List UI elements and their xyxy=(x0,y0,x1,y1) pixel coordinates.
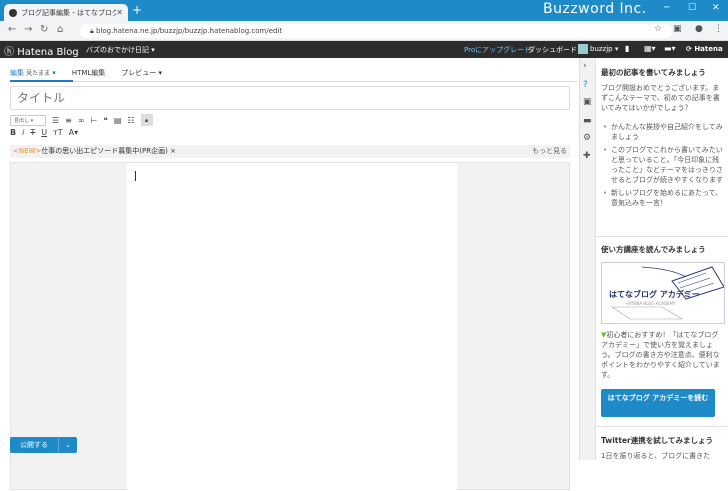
new-tag: <NEW> xyxy=(13,147,42,155)
publish-label[interactable]: 公開する xyxy=(10,437,59,453)
list-item: かんたんな挨拶や自己紹介をしてみましょう xyxy=(601,122,725,142)
tab-preview[interactable]: プレビュー ▾ xyxy=(121,68,162,82)
text-caret xyxy=(135,171,136,181)
academy-banner-title: はてなブログ アカデミー xyxy=(609,290,700,299)
editor-canvas-wrapper xyxy=(10,162,570,491)
url-field[interactable]: 🔒︎ blog.hatena.ne.jp/buzzjp/buzzjp.haten… xyxy=(80,24,672,38)
menu-icon[interactable]: ⋮ xyxy=(714,24,723,34)
help-sidebar: 最初の記事を書いてみましょう ブログ開設おめでとうございます。まずこんなテーマで… xyxy=(595,58,728,460)
hatena-blog-logo[interactable]: ⓗ Hatena Blog xyxy=(4,43,79,58)
academy-banner-subtitle: HATENA BLOG ACADEMY xyxy=(626,301,676,306)
section-intro: ブログ開設おめでとうございます。まずこんなテーマで、初めての記事を書いてみてはい… xyxy=(601,84,720,112)
hatena-header: ⓗ Hatena Blog バズのおでかけ日記 ▾ Proにアップグレード ダッ… xyxy=(0,41,728,58)
footnote-icon[interactable]: ☷ xyxy=(127,116,134,125)
collapse-toolbar-icon[interactable]: ▴ xyxy=(140,114,153,126)
extension-icon[interactable]: ▣ xyxy=(673,24,682,34)
quote-icon[interactable]: ❝ xyxy=(104,116,108,125)
reload-icon[interactable]: ↻ xyxy=(40,24,48,35)
help-icon[interactable]: ? xyxy=(583,80,588,90)
tab-html[interactable]: HTML編集 xyxy=(72,68,105,82)
numbered-list-icon[interactable]: ≡ xyxy=(65,116,72,125)
notification-icon[interactable]: ▬▾ xyxy=(664,44,676,53)
horizontal-rule-icon[interactable]: ⊢ xyxy=(91,116,98,125)
gear-icon[interactable]: ⚙ xyxy=(583,133,591,143)
new-tab-button[interactable]: + xyxy=(132,4,142,16)
blog-name-menu[interactable]: バズのおでかけ日記 ▾ xyxy=(86,45,155,55)
bookmark-star-icon[interactable]: ☆ xyxy=(654,24,662,34)
academy-button[interactable]: はてなブログ アカデミーを読む xyxy=(601,389,715,417)
font-size-icon[interactable]: тT xyxy=(53,128,63,137)
hatena-favicon-icon xyxy=(9,8,17,17)
heading-select[interactable]: 見出し ▾ xyxy=(10,114,46,126)
editor-area: 編集 見たまま ▾ HTML編集 プレビュー ▾ 見出し ▾ ☰ ≡ ∞ ⊢ ❝… xyxy=(0,58,579,491)
close-tab-icon[interactable]: ✕ xyxy=(116,8,123,17)
chevron-down-icon[interactable]: ⌄ xyxy=(59,441,77,449)
divider xyxy=(596,236,728,237)
list-item: 新しいブログを始めるにあたって、意気込みを一言！ xyxy=(601,188,725,208)
publish-button[interactable]: 公開する ⌄ xyxy=(10,437,77,453)
brand-watermark: Buzzword Inc. xyxy=(543,1,647,17)
strikethrough-icon[interactable]: T xyxy=(30,128,35,137)
forward-icon[interactable]: → xyxy=(24,24,32,35)
link-icon[interactable]: ∞ xyxy=(78,116,85,125)
browser-tab-strip: ブログ記事編集 - はてなブログ ✕ + Buzzword Inc. ─ ☐ ✕ xyxy=(0,0,728,21)
browser-tab[interactable]: ブログ記事編集 - はてなブログ ✕ xyxy=(4,4,128,21)
campaign-text[interactable]: 仕事の思い出エピソード募集中(PR企画) xyxy=(41,147,168,155)
list-item: このブログでこれから書いてみたいと思っていること。「今日印象に残ったこと」などテ… xyxy=(601,145,725,185)
profile-icon[interactable]: ● xyxy=(695,24,703,34)
url-text: blog.hatena.ne.jp/buzzjp/buzzjp.hatenabl… xyxy=(95,27,283,35)
address-toolbar: ← → ↻ ⌂ 🔒︎ blog.hatena.ne.jp/buzzjp/buzz… xyxy=(0,21,728,41)
see-more-link[interactable]: もっと見る xyxy=(532,145,567,158)
section-title-twitter: Twitter連携を試してみましょう xyxy=(601,436,714,445)
section-title-first-post: 最初の記事を書いてみましょう xyxy=(601,68,706,77)
hatena-logo[interactable]: ⟳ Hatena xyxy=(686,45,723,53)
bold-icon[interactable]: B xyxy=(10,128,16,137)
underline-icon[interactable]: U xyxy=(41,128,47,137)
tips-list: かんたんな挨拶や自己紹介をしてみましょう このブログでこれから書いてみたいと思っ… xyxy=(601,122,725,211)
formatting-toolbar-row2: B i T U тT A▾ xyxy=(10,128,78,137)
photo-icon[interactable]: ▣ xyxy=(583,97,592,107)
sidebar-rail: › ? ▣ ▬ ⚙ ✚ xyxy=(579,58,595,460)
home-icon[interactable]: ⌂ xyxy=(57,24,63,35)
italic-icon[interactable]: i xyxy=(22,128,24,137)
active-tab-indicator xyxy=(10,80,73,82)
guide-text: ▼初心者におすすめ！「はてなブログ アカデミー」で使い方を覚えましょう。ブログの… xyxy=(601,331,720,379)
folder-icon[interactable]: ▬ xyxy=(583,116,592,126)
chevron-right-icon[interactable]: › xyxy=(583,61,587,71)
dashboard-link[interactable]: ダッシュボード xyxy=(528,45,577,55)
maximize-icon[interactable]: ☐ xyxy=(688,3,696,13)
back-icon[interactable]: ← xyxy=(8,24,16,35)
academy-banner[interactable]: はてなブログ アカデミー HATENA BLOG ACADEMY xyxy=(601,262,725,324)
section-title-guide: 使い方講座を読んでみましょう xyxy=(601,245,706,254)
divider xyxy=(596,426,728,427)
avatar xyxy=(578,44,588,54)
text-color-icon[interactable]: A▾ xyxy=(69,128,79,137)
plus-icon[interactable]: ✚ xyxy=(583,151,591,161)
banner-close-icon[interactable]: × xyxy=(170,147,176,155)
window-close-icon[interactable]: ✕ xyxy=(712,3,720,13)
tab-title: ブログ記事編集 - はてなブログ xyxy=(21,8,117,17)
bullet-list-icon[interactable]: ☰ xyxy=(52,116,59,125)
bookmark-icon[interactable]: ▮ xyxy=(625,44,629,53)
body-editor[interactable] xyxy=(127,163,457,491)
user-menu[interactable]: buzzjp ▾ xyxy=(578,44,618,54)
pro-upgrade-link[interactable]: Proにアップグレード xyxy=(464,45,531,55)
tab-divider xyxy=(10,81,578,82)
title-input[interactable] xyxy=(10,86,570,110)
minimize-icon[interactable]: ─ xyxy=(664,3,669,13)
table-icon[interactable]: ▤ xyxy=(114,116,122,125)
formatting-toolbar-row1: 見出し ▾ ☰ ≡ ∞ ⊢ ❝ ▤ ☷ ▴ xyxy=(10,114,153,126)
campaign-banner[interactable]: <NEW>仕事の思い出エピソード募集中(PR企画) × もっと見る xyxy=(10,145,570,158)
grid-menu-icon[interactable]: ▦▾ xyxy=(644,44,656,53)
twitter-text: 1日を振り返ると、ブログに書きた xyxy=(601,452,711,460)
